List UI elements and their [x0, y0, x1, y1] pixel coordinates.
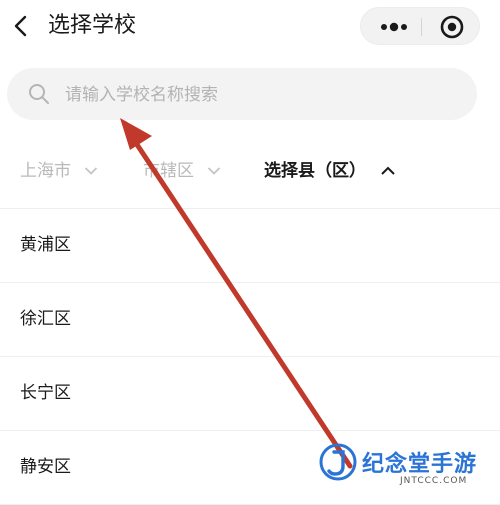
mini-program-capsule	[360, 7, 480, 45]
district-item-label: 静安区	[20, 457, 71, 477]
capsule-divider	[421, 18, 422, 36]
chevron-down-icon	[208, 167, 221, 175]
district-item-label: 徐汇区	[20, 309, 71, 329]
search-bar[interactable]	[7, 68, 477, 120]
page-title: 选择学校	[48, 13, 137, 38]
school-search-input[interactable]	[63, 78, 457, 112]
county-filter-label: 选择县（区）	[264, 161, 366, 181]
district-filter-label: 市辖区	[143, 161, 194, 181]
site-watermark: 纪念堂手游 JNTCCC.COM	[318, 440, 500, 494]
more-button[interactable]	[371, 8, 417, 46]
watermark-domain: JNTCCC.COM	[400, 476, 468, 486]
back-button[interactable]	[8, 10, 36, 42]
district-filter[interactable]: 市辖区	[143, 158, 221, 184]
region-filter-bar: 上海市 市辖区 选择县（区）	[0, 148, 500, 194]
target-circle-icon	[440, 15, 464, 39]
district-item-label: 黄浦区	[20, 235, 71, 255]
district-item-label: 长宁区	[20, 383, 71, 403]
search-icon	[29, 84, 49, 104]
county-filter[interactable]: 选择县（区）	[264, 158, 396, 184]
city-filter-label: 上海市	[20, 161, 71, 181]
district-item[interactable]: 黄浦区	[0, 209, 500, 283]
watermark-brand: 纪念堂手游	[362, 452, 478, 477]
brand-logo-icon	[319, 443, 357, 481]
district-item[interactable]: 徐汇区	[0, 283, 500, 357]
district-item[interactable]: 长宁区	[0, 357, 500, 431]
nav-header: 选择学校	[0, 0, 500, 52]
city-filter[interactable]: 上海市	[20, 158, 98, 184]
chevron-left-icon	[14, 15, 27, 37]
more-dots-icon	[381, 22, 407, 32]
chevron-up-icon	[381, 166, 395, 175]
close-button[interactable]	[427, 8, 477, 46]
chevron-down-icon	[85, 167, 98, 175]
